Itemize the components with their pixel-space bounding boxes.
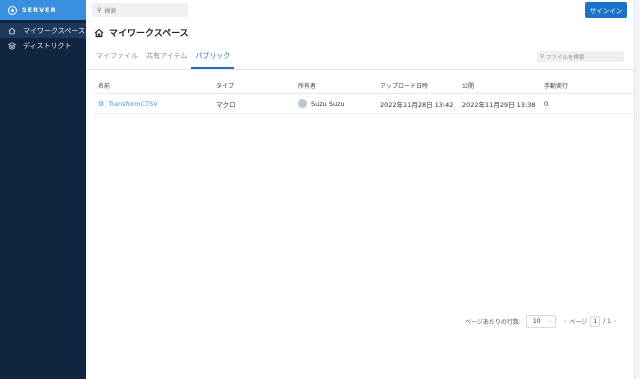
search-placeholder: 検索 (104, 7, 117, 15)
search-icon: ⚲ (97, 6, 102, 14)
page-title: マイワークスペース (94, 26, 189, 39)
column-header-manual-runs[interactable]: 手動実行 (544, 81, 624, 90)
sidebar-nav: マイワークスペース ディストリクト (0, 20, 86, 53)
column-header-published[interactable]: 公開 (462, 81, 544, 90)
tab-bar: マイファイル 共有アイテム パブリック (96, 50, 235, 69)
rows-per-page-value: 10 (532, 317, 541, 325)
home-icon (7, 27, 17, 35)
rows-per-page-select[interactable]: 10 ⌄ (525, 314, 556, 328)
search-input[interactable]: ⚲ 検索 (92, 3, 188, 17)
rows-per-page-label: ページあたりの行数: (465, 318, 521, 326)
cell-name: ⚙ TransformCTSV (94, 100, 216, 108)
brand-name: SERVER (22, 6, 57, 14)
sidebar-item-label: マイワークスペース (23, 26, 85, 35)
cell-owner: Suzu Suzu (298, 99, 380, 108)
table-row[interactable]: ⚙ TransformCTSV マクロ Suzu Suzu 2022年11月28… (94, 94, 640, 114)
file-search-placeholder: ファイルを検索 (546, 54, 585, 61)
macro-gear-icon: ⚙ (98, 99, 105, 108)
file-search-input[interactable]: ⚲ ファイルを検索 (537, 51, 624, 62)
district-icon (7, 41, 17, 50)
cell-uploaded: 2022年11月28日 13:42 (380, 100, 454, 109)
sidebar-item-district[interactable]: ディストリクト (0, 38, 86, 53)
next-page-button[interactable]: › (614, 318, 616, 325)
chevron-down-icon: ⌄ (547, 318, 552, 324)
sidebar-item-label: ディストリクト (23, 41, 72, 50)
table-header: 名前 タイプ 所有者 アップロード日時 公開 手動実行 (94, 78, 640, 94)
page-total: / 1 (603, 317, 611, 325)
column-header-type[interactable]: タイプ (216, 81, 298, 90)
tab-shared-items[interactable]: 共有アイテム (142, 50, 191, 68)
signin-button[interactable]: サインイン (585, 2, 627, 18)
owner-name: Suzu Suzu (311, 99, 345, 108)
brand-header[interactable]: SERVER (0, 0, 86, 20)
cell-manual-runs: 0 (544, 99, 549, 108)
column-header-owner[interactable]: 所有者 (298, 81, 380, 90)
tab-my-files[interactable]: マイファイル (96, 50, 142, 68)
page-title-text: マイワークスペース (109, 29, 189, 39)
column-header-name[interactable]: 名前 (94, 81, 216, 90)
sidebar: SERVER マイワークスペース ディストリクト (0, 0, 86, 379)
page-label: ページ (569, 318, 588, 326)
server-logo-icon (8, 5, 17, 15)
sidebar-item-my-workspace[interactable]: マイワークスペース (0, 23, 86, 38)
files-table: 名前 タイプ 所有者 アップロード日時 公開 手動実行 ⚙ TransformC… (94, 78, 640, 114)
home-icon (94, 28, 104, 37)
file-link[interactable]: ⚙ TransformCTSV (98, 100, 216, 108)
prev-page-button[interactable]: ‹ (564, 318, 566, 325)
page-number-input[interactable]: 1 (590, 315, 601, 327)
avatar (298, 99, 307, 108)
search-icon: ⚲ (540, 53, 545, 60)
main-content: ⚲ 検索 サインイン マイワークスペース マイファイル 共有アイテム パブリック… (86, 0, 640, 379)
cell-published: 2022年11月29日 13:38 (462, 100, 536, 109)
divider (86, 69, 640, 70)
tab-public[interactable]: パブリック (191, 50, 235, 69)
app-window: SERVER マイワークスペース ディストリクト ⚲ 検索 サインイン マイワー… (0, 0, 640, 379)
file-name: TransformCTSV (108, 99, 158, 108)
column-header-uploaded[interactable]: アップロード日時 (380, 81, 462, 90)
cell-type: マクロ (216, 100, 236, 109)
scrollbar[interactable] (634, 0, 640, 379)
pagination: ページあたりの行数: 10 ⌄ ‹ ページ 1 / 1 › (465, 314, 616, 328)
